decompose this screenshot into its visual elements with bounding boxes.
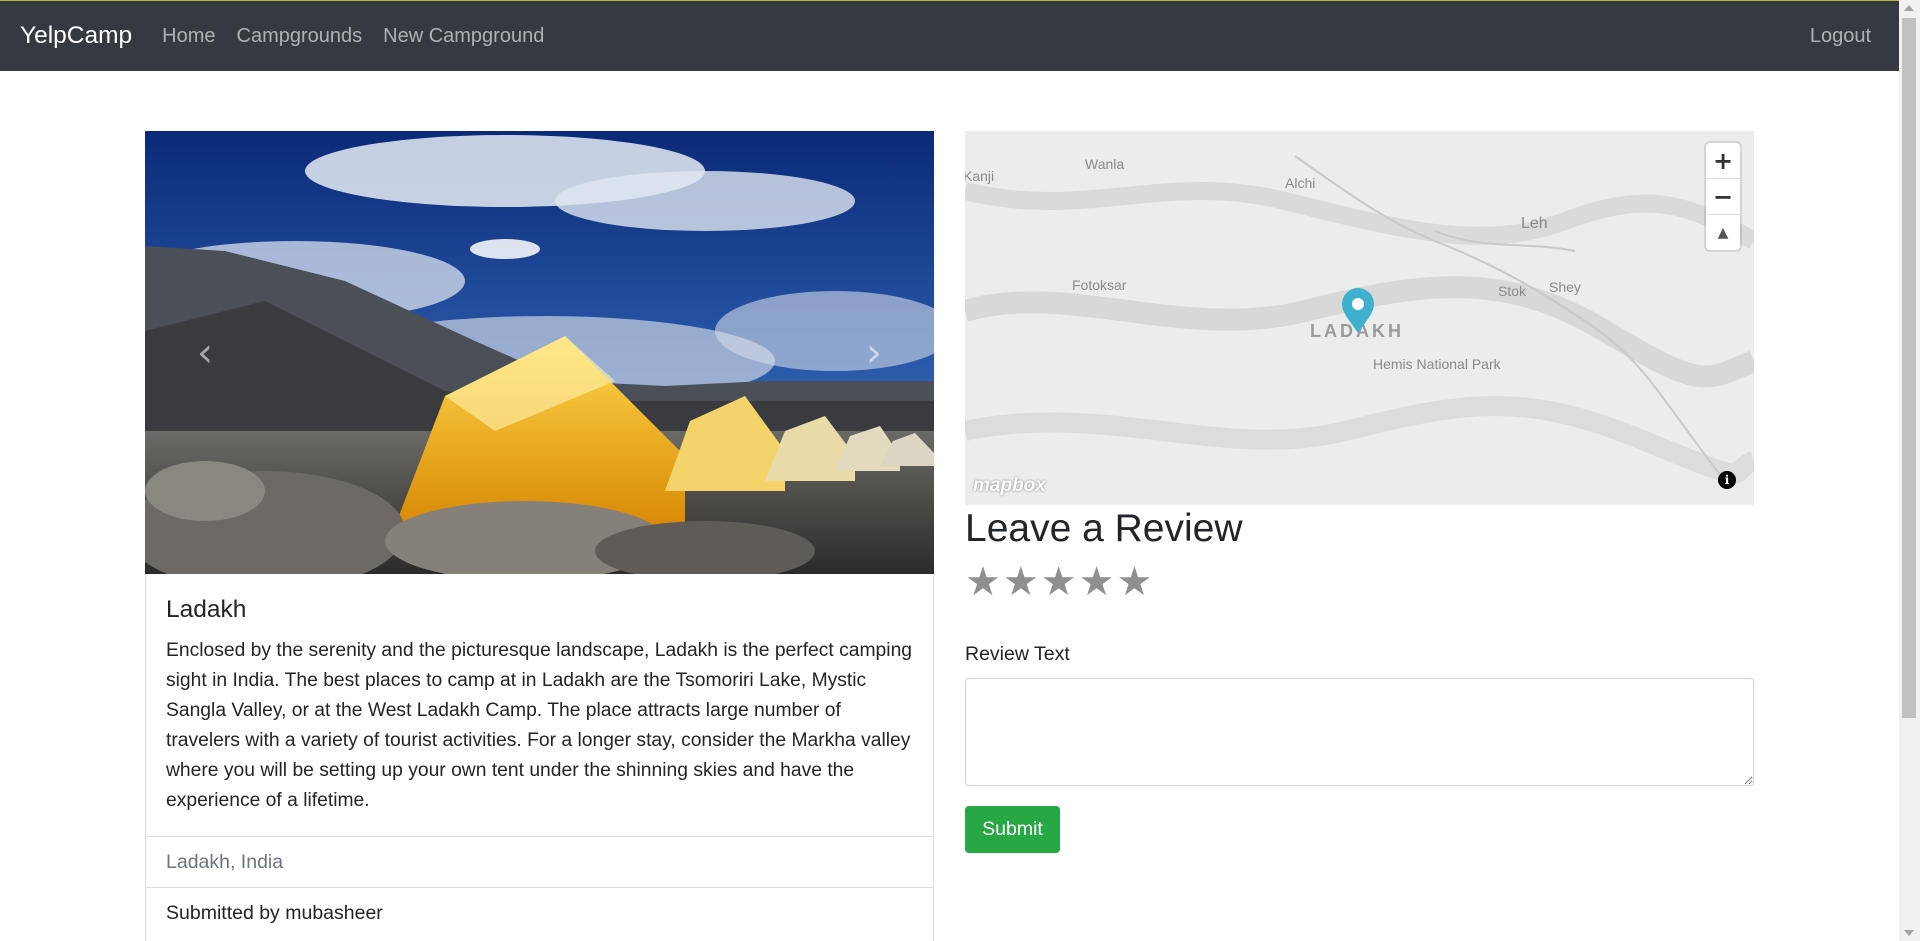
map-label-hemis: Hemis National Park xyxy=(1373,356,1501,372)
carousel-prev-button[interactable]: ‹ xyxy=(145,131,265,574)
campground-description: Enclosed by the serenity and the picture… xyxy=(166,640,913,811)
review-text-label: Review Text xyxy=(965,643,1070,665)
star-rating: ★ ★ ★ ★ ★ xyxy=(965,562,1152,602)
star-icon-2[interactable]: ★ xyxy=(1003,562,1039,602)
compass-icon[interactable]: ▲ xyxy=(1706,215,1740,250)
star-icon-1[interactable]: ★ xyxy=(965,562,1001,602)
carousel-next-button[interactable]: › xyxy=(814,131,934,574)
campground-card: ‹ › Ladakh Enclosed by the serenity and … xyxy=(145,131,934,941)
map-label-shey: Shey xyxy=(1549,279,1581,295)
nav-new-campground-link[interactable]: New Campground xyxy=(383,25,544,48)
map[interactable]: Wanla Kanji Alchi Leh Fotoksar Stok Shey… xyxy=(965,131,1754,505)
map-label-alchi: Alchi xyxy=(1285,175,1316,191)
scroll-down-icon[interactable] xyxy=(1904,930,1914,936)
navbar: YelpCamp Home Campgrounds New Campground… xyxy=(0,1,1899,71)
map-label-leh: Leh xyxy=(1521,215,1548,232)
map-marker-icon[interactable] xyxy=(1340,287,1376,335)
star-icon-5[interactable]: ★ xyxy=(1116,562,1152,602)
chevron-left-icon: ‹ xyxy=(197,329,213,376)
zoom-out-button[interactable]: − xyxy=(1706,179,1740,215)
map-label-stok: Stok xyxy=(1498,283,1527,299)
campground-location: Ladakh, India xyxy=(146,836,933,887)
scroll-up-icon[interactable] xyxy=(1904,5,1914,11)
nav-home-link[interactable]: Home xyxy=(162,25,215,48)
image-carousel: ‹ › xyxy=(145,131,934,574)
map-controls: + − ▲ xyxy=(1706,143,1740,250)
zoom-in-button[interactable]: + xyxy=(1706,143,1740,179)
page-scrollbar[interactable] xyxy=(1899,0,1920,941)
star-icon-3[interactable]: ★ xyxy=(1041,562,1077,602)
info-icon[interactable]: i xyxy=(1718,471,1736,489)
chevron-right-icon: › xyxy=(866,329,882,376)
map-label-fotoksar: Fotoksar xyxy=(1072,277,1127,293)
submit-review-button[interactable]: Submit xyxy=(965,806,1060,853)
logout-link[interactable]: Logout xyxy=(1810,25,1871,48)
review-heading: Leave a Review xyxy=(965,507,1243,550)
star-icon-4[interactable]: ★ xyxy=(1079,562,1115,602)
campground-author: Submitted by mubasheer xyxy=(146,887,933,938)
nav-campgrounds-link[interactable]: Campgrounds xyxy=(237,25,363,48)
scroll-thumb[interactable] xyxy=(1902,18,1916,718)
map-label-wanla: Wanla xyxy=(1085,156,1125,172)
map-label-kanji: Kanji xyxy=(965,168,995,184)
card-body: Ladakh Enclosed by the serenity and the … xyxy=(146,574,933,836)
review-text-input[interactable] xyxy=(965,678,1754,786)
mapbox-logo[interactable]: mapbox xyxy=(973,475,1046,497)
campground-title: Ladakh xyxy=(166,596,247,623)
brand-link[interactable]: YelpCamp xyxy=(20,22,132,50)
